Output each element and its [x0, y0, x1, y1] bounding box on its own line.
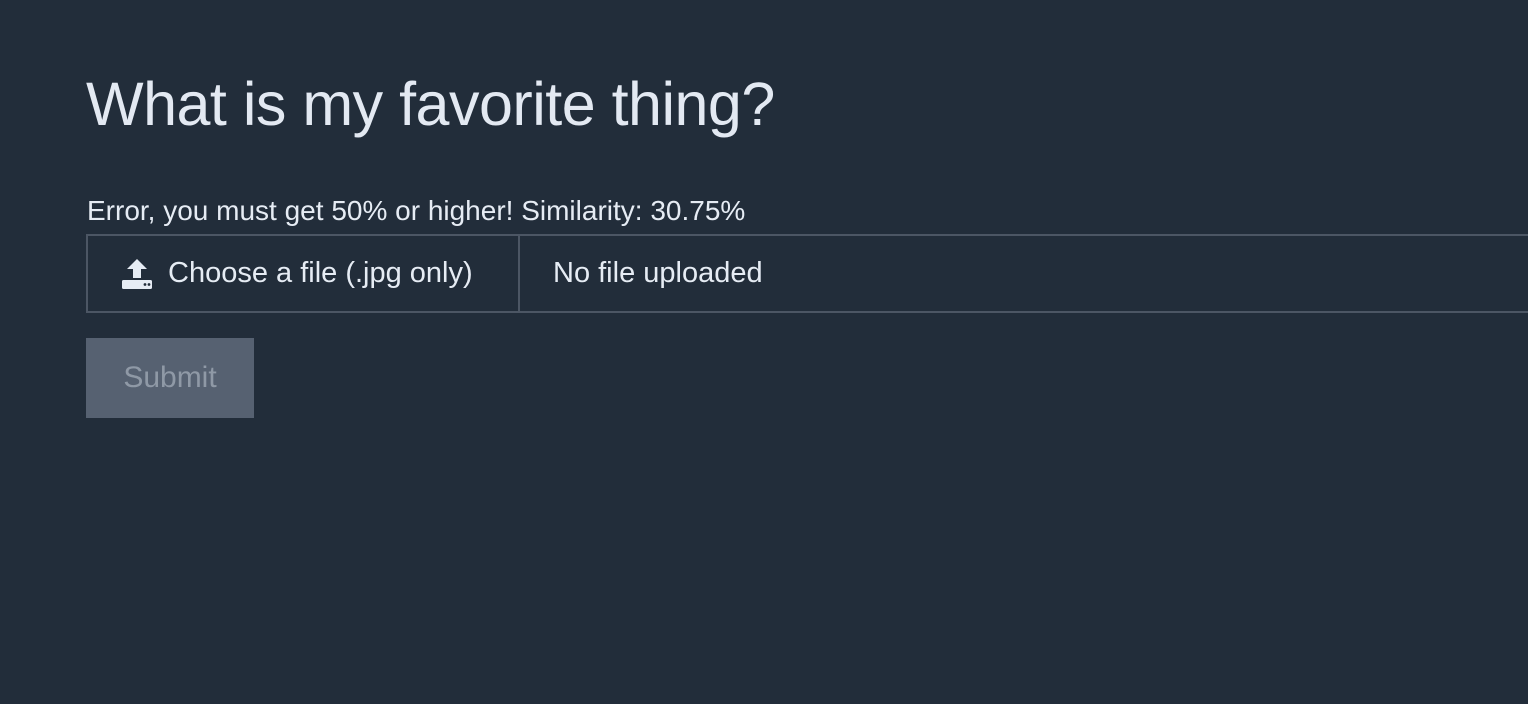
uploaded-filename: No file uploaded — [553, 257, 763, 289]
choose-file-button[interactable]: Choose a file (.jpg only) — [88, 236, 520, 311]
upload-icon — [120, 257, 154, 291]
choose-file-label: Choose a file (.jpg only) — [168, 257, 473, 289]
submit-button[interactable]: Submit — [86, 338, 254, 418]
page-title: What is my favorite thing? — [86, 70, 775, 138]
file-upload-field: Choose a file (.jpg only) No file upload… — [86, 234, 1528, 313]
page: What is my favorite thing? Error, you mu… — [0, 0, 1528, 704]
similarity-error-message: Error, you must get 50% or higher! Simil… — [87, 195, 746, 226]
